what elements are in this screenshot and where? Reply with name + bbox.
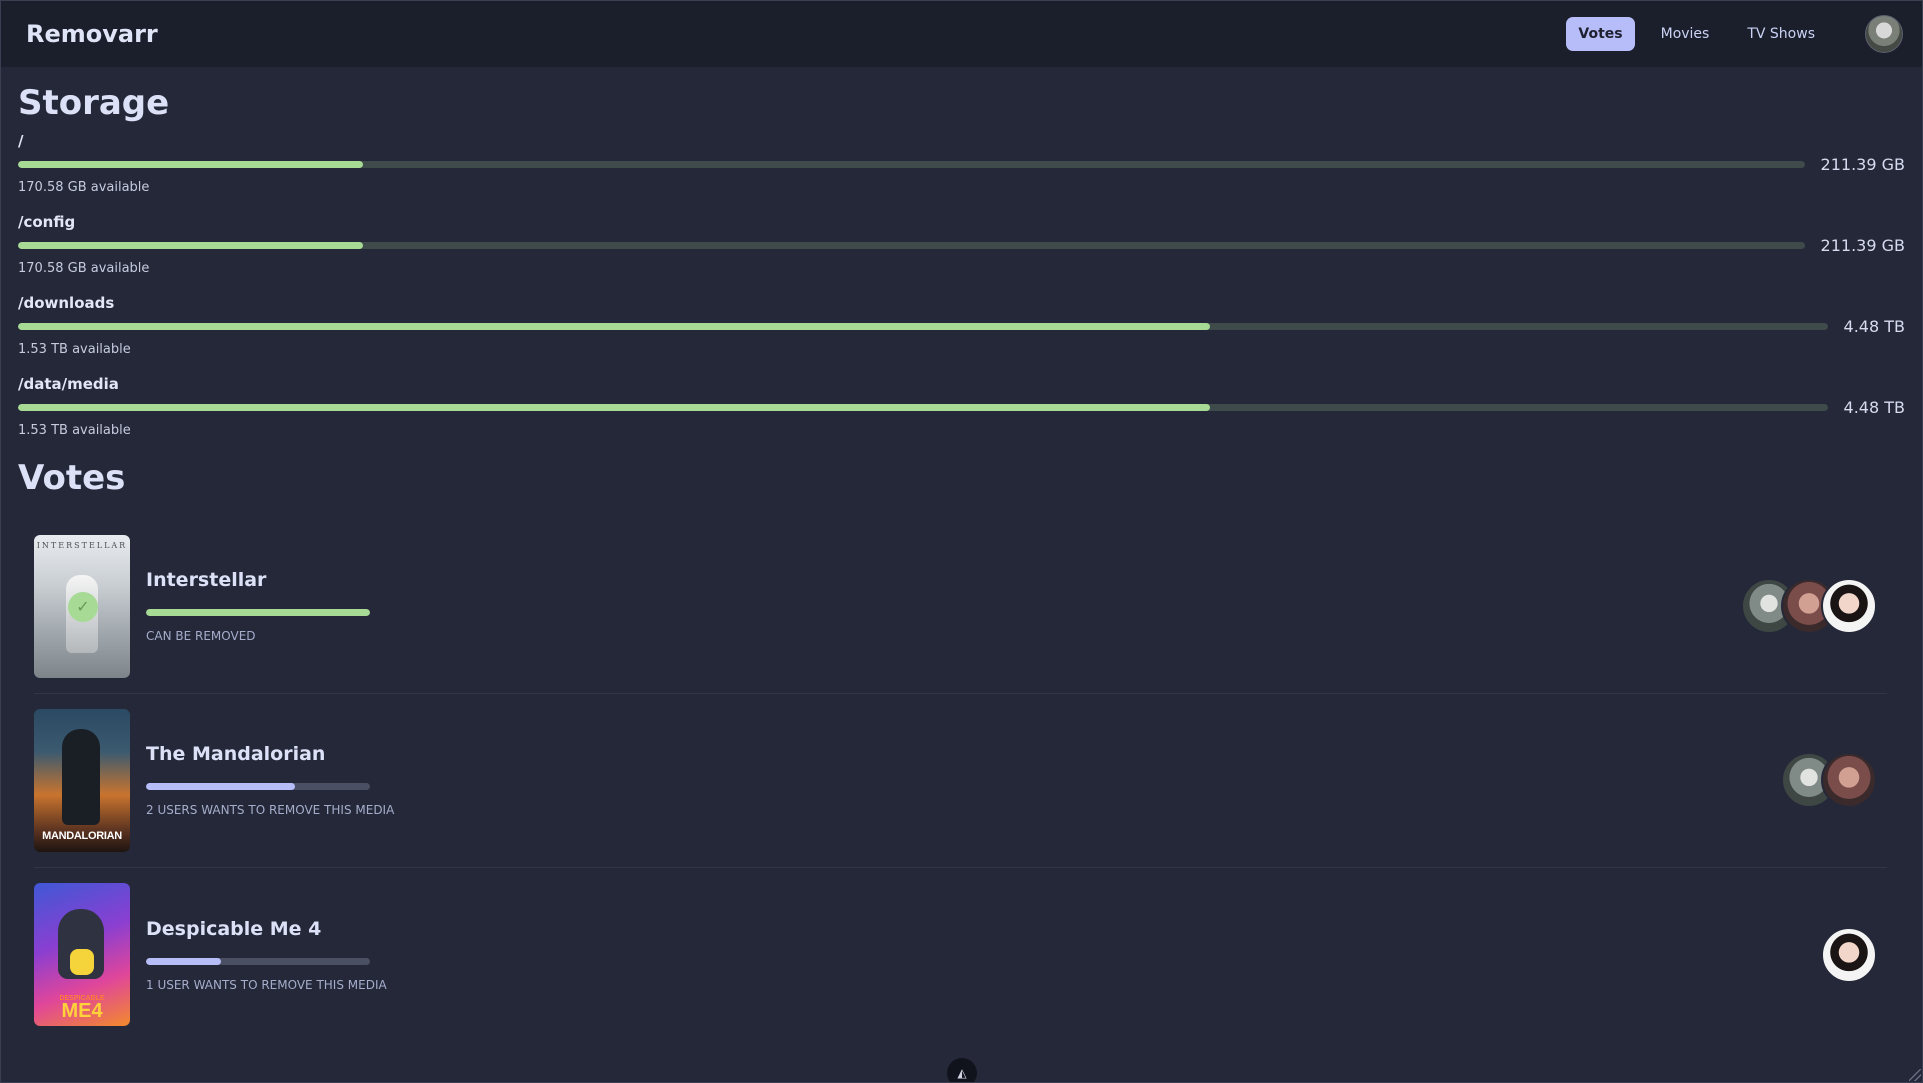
voter-avatar[interactable] [1821, 752, 1877, 809]
disk-usage-row: 211.39 GB [18, 155, 1905, 174]
vote-item[interactable]: INTERSTELLAR ✓ Interstellar CAN BE REMOV… [34, 520, 1887, 694]
disk-path: / [18, 132, 24, 151]
poster-image[interactable]: INTERSTELLAR ✓ [34, 534, 130, 678]
vote-status: 2 USERS WANTS TO REMOVE THIS MEDIA [146, 803, 395, 818]
disk-path: /downloads [18, 294, 115, 313]
vote-list: INTERSTELLAR ✓ Interstellar CAN BE REMOV… [18, 520, 1905, 1042]
disk-usage-fill [18, 161, 363, 169]
disk-usage-bar [18, 404, 1828, 412]
poster-image[interactable]: MANDALORIAN [34, 708, 130, 852]
disk-item: / 211.39 GB 170.58 GB available [18, 132, 1905, 195]
disk-total: 211.39 GB [1820, 155, 1905, 175]
disk-total: 4.48 TB [1843, 317, 1905, 337]
disk-usage-row: 4.48 TB [18, 317, 1905, 336]
disk-usage-fill [18, 404, 1211, 412]
disk-total: 211.39 GB [1820, 236, 1905, 256]
disk-total: 4.48 TB [1843, 398, 1905, 418]
vote-progress-fill [146, 783, 296, 791]
nav-movies[interactable]: Movies [1649, 17, 1722, 51]
disk-usage-bar [18, 242, 1805, 250]
vote-progress-bar [146, 783, 370, 791]
vote-item[interactable]: DESPICABLE ME4 Despicable Me 4 1 USER WA… [34, 868, 1887, 1042]
disk-item: /data/media 4.48 TB 1.53 TB available [18, 375, 1905, 438]
minion-figure [58, 909, 104, 980]
disk-usage-fill [18, 242, 363, 250]
poster-title-text: ME4 [61, 1000, 103, 1023]
nav-tv-shows[interactable]: TV Shows [1735, 17, 1827, 51]
disk-available: 1.53 TB available [18, 342, 131, 358]
disk-path: /data/media [18, 375, 119, 394]
voter-avatars [1781, 752, 1887, 809]
poster-title: MANDALORIAN [42, 829, 122, 842]
storage-heading: Storage [18, 83, 170, 123]
voter-avatars [1741, 578, 1887, 635]
vote-title[interactable]: Interstellar [146, 569, 406, 591]
disk-available: 170.58 GB available [18, 180, 150, 196]
vote-info: The Mandalorian 2 USERS WANTS TO REMOVE … [146, 743, 406, 817]
vote-progress-fill [146, 957, 221, 965]
vote-status: CAN BE REMOVED [146, 629, 256, 644]
disk-available: 1.53 TB available [18, 423, 131, 439]
user-avatar[interactable] [1865, 14, 1903, 53]
resize-grip-icon[interactable] [1909, 1069, 1921, 1081]
disk-path: /config [18, 213, 76, 232]
vote-status: 1 USER WANTS TO REMOVE THIS MEDIA [146, 977, 387, 992]
disk-available: 170.58 GB available [18, 261, 150, 277]
mandalorian-figure [62, 728, 100, 825]
disk-usage-bar [18, 161, 1805, 169]
vote-title[interactable]: The Mandalorian [146, 743, 406, 765]
nav-votes[interactable]: Votes [1566, 16, 1635, 51]
vote-info: Despicable Me 4 1 USER WANTS TO REMOVE T… [146, 918, 406, 992]
poster-image[interactable]: DESPICABLE ME4 [34, 883, 130, 1027]
voter-avatars [1821, 926, 1887, 983]
disk-usage-row: 211.39 GB [18, 236, 1905, 255]
storage-list: / 211.39 GB 170.58 GB available /config … [18, 132, 1905, 438]
top-navbar: Removarr Votes Movies TV Shows [0, 0, 1923, 67]
disk-usage-fill [18, 323, 1211, 331]
main-content: Storage / 211.39 GB 170.58 GB available … [0, 67, 1923, 1042]
check-icon: ✓ [68, 591, 98, 622]
vote-progress-fill [146, 609, 370, 617]
vote-progress-bar [146, 609, 370, 617]
votes-heading: Votes [18, 458, 126, 499]
poster-title: INTERSTELLAR [36, 540, 128, 550]
vote-item[interactable]: MANDALORIAN The Mandalorian 2 USERS WANT… [34, 694, 1887, 868]
voter-avatar[interactable] [1821, 926, 1877, 983]
vote-info: Interstellar CAN BE REMOVED [146, 569, 406, 643]
disk-usage-bar [18, 323, 1828, 331]
disk-item: /downloads 4.48 TB 1.53 TB available [18, 294, 1905, 357]
poster-title: DESPICABLE ME4 [34, 995, 130, 1023]
vote-title[interactable]: Despicable Me 4 [146, 918, 406, 940]
disk-usage-row: 4.48 TB [18, 398, 1905, 417]
voter-avatar[interactable] [1821, 578, 1877, 635]
nav-links: Votes Movies TV Shows [1566, 14, 1903, 53]
disk-item: /config 211.39 GB 170.58 GB available [18, 213, 1905, 276]
app-title[interactable]: Removarr [26, 20, 1566, 48]
vote-progress-bar [146, 957, 370, 965]
nuxt-devtools-icon[interactable]: ◭ [947, 1058, 977, 1083]
